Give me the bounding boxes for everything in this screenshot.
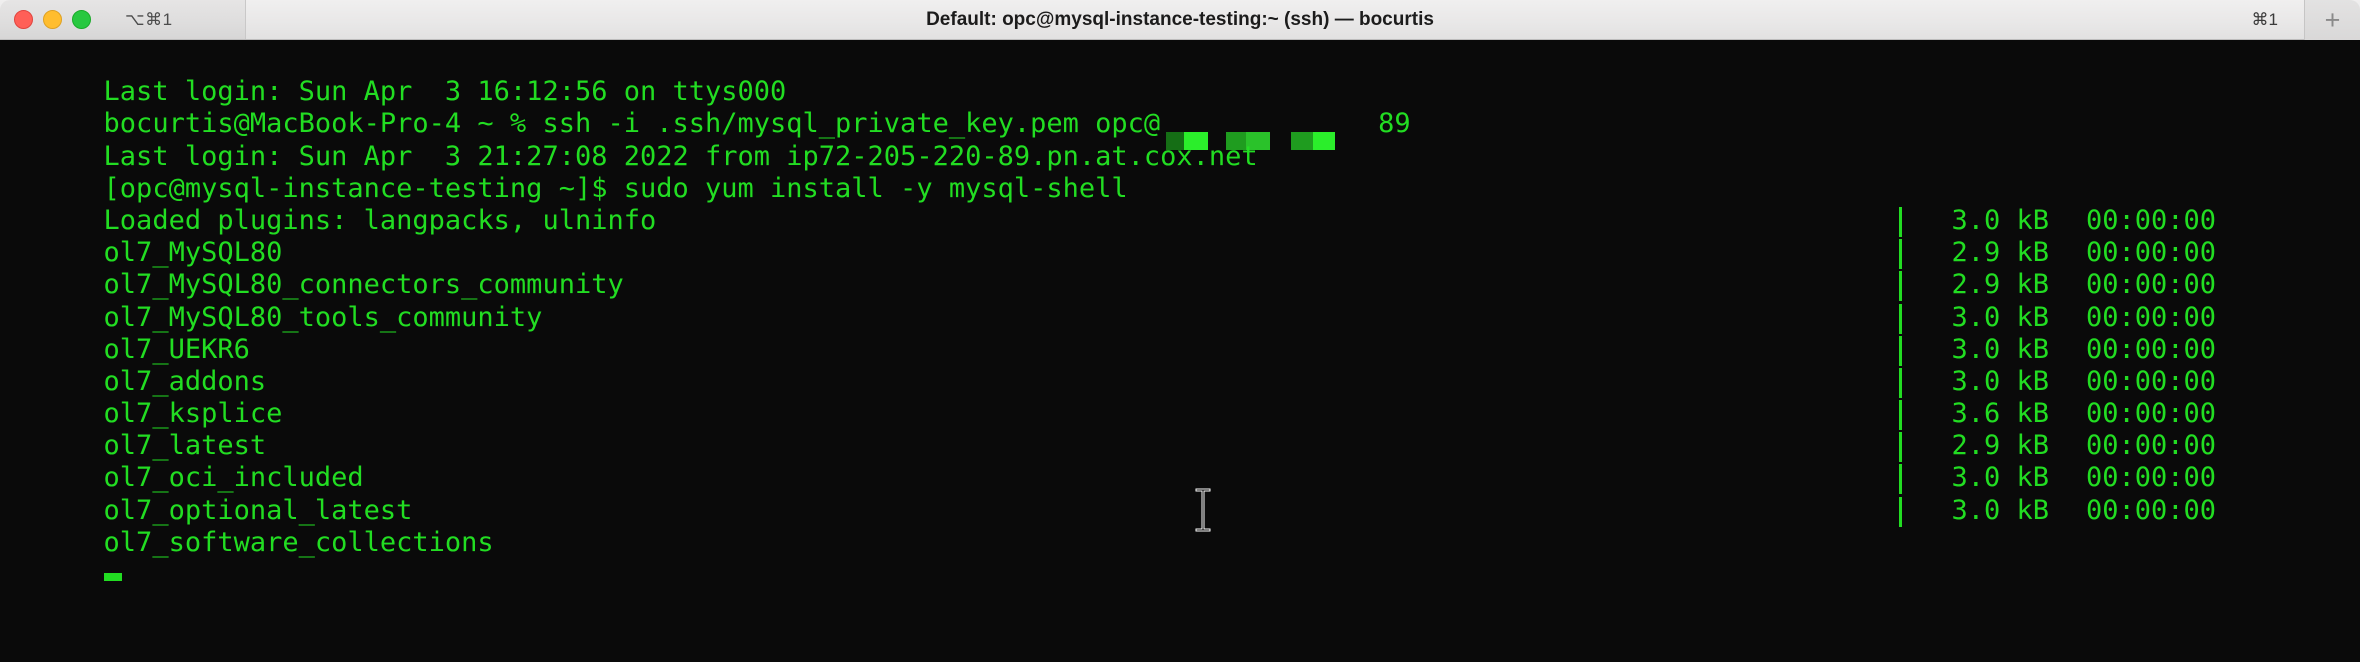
- repo-time: 00:00:00: [2086, 269, 2217, 301]
- column-separator: [1899, 303, 1902, 334]
- repo-size: 3.0 kB: [1951, 301, 2049, 333]
- title-bar: ⌥⌘1 Default: opc@mysql-instance-testing:…: [0, 0, 2360, 40]
- close-icon[interactable]: [14, 10, 33, 29]
- column-separator: [1899, 239, 1902, 270]
- repo-size: 3.0 kB: [1951, 204, 2049, 236]
- terminal-window: ⌥⌘1 Default: opc@mysql-instance-testing:…: [0, 0, 2360, 662]
- maximize-icon[interactable]: [72, 10, 91, 29]
- repo-size: 2.9 kB: [1951, 269, 2049, 301]
- repo-row: ol7_latest 3.6 kB 00:00:00: [6, 398, 2360, 461]
- title-bar-left-group: ⌥⌘1: [0, 0, 246, 39]
- repo-time: 00:00:00: [2086, 301, 2217, 333]
- repo-row: ol7_oci_included 2.9 kB 00:00:00: [6, 430, 2360, 493]
- repo-row: ol7_software_collections 3.0 kB 00:00:00: [6, 494, 2360, 558]
- repo-time: 00:00:00: [2086, 237, 2217, 269]
- new-tab-button[interactable]: +: [2304, 0, 2360, 40]
- repo-time: 00:00:00: [2086, 204, 2217, 236]
- terminal-line-last-login-remote: Last login: Sun Apr 3 21:27:08 2022 from…: [6, 108, 2360, 172]
- column-separator: [1899, 367, 1902, 398]
- terminal-line-loaded-plugins: Loaded plugins: langpacks, ulninfo: [6, 173, 2360, 236]
- plus-icon: +: [2324, 4, 2341, 35]
- block-cursor-icon: [103, 573, 122, 582]
- repo-size: 3.0 kB: [1951, 494, 2049, 526]
- repo-time: 00:00:00: [2086, 462, 2217, 494]
- repo-size: 3.0 kB: [1951, 462, 2049, 494]
- terminal-output-area[interactable]: Last login: Sun Apr 3 16:12:56 on ttys00…: [0, 40, 2360, 662]
- window-keyboard-shortcut: ⌘1: [2251, 10, 2278, 29]
- column-separator: [1899, 206, 1902, 237]
- column-separator: [1899, 271, 1902, 302]
- repo-row: ol7_MySQL80_connectors_community 2.9 kB …: [6, 237, 2360, 300]
- column-separator: [1899, 335, 1902, 366]
- column-separator: [1899, 400, 1902, 431]
- repo-row: ol7_ksplice 3.0 kB 00:00:00: [6, 365, 2360, 429]
- window-title: Default: opc@mysql-instance-testing:~ (s…: [926, 9, 1434, 30]
- terminal-line-last-login-local: Last login: Sun Apr 3 16:12:56 on ttys00…: [6, 44, 2360, 107]
- terminal-line-yum-install-command: [opc@mysql-instance-testing ~]$ sudo yum…: [6, 141, 2360, 204]
- column-separator: [1899, 464, 1902, 495]
- repo-time: 00:00:00: [2086, 398, 2217, 430]
- repo-row: ol7_UEKR6 3.0 kB 00:00:00: [6, 301, 2360, 365]
- tab-keyboard-shortcut[interactable]: ⌥⌘1: [125, 10, 173, 30]
- repo-size: 3.6 kB: [1951, 398, 2049, 430]
- minimize-icon[interactable]: [43, 10, 62, 29]
- repo-size: 3.0 kB: [1951, 333, 2049, 365]
- repo-size: 3.0 kB: [1951, 365, 2049, 397]
- repo-row: ol7_optional_latest 3.0 kB 00:00:00: [6, 462, 2360, 525]
- repo-time: 00:00:00: [2086, 494, 2217, 526]
- title-bar-right-group: ⌘1 +: [2252, 0, 2360, 40]
- repo-time: 00:00:00: [2086, 333, 2217, 365]
- repo-size: 2.9 kB: [1951, 430, 2049, 462]
- column-separator: [1899, 432, 1902, 463]
- column-separator: [1899, 496, 1902, 527]
- repo-row: ol7_addons 3.0 kB 00:00:00: [6, 333, 2360, 397]
- repo-time: 00:00:00: [2086, 430, 2217, 462]
- traffic-light-buttons: [14, 10, 91, 29]
- repo-row: ol7_MySQL80 3.0 kB 00:00:00: [6, 204, 2360, 268]
- repo-size: 2.9 kB: [1951, 237, 2049, 269]
- repo-time: 00:00:00: [2086, 365, 2217, 397]
- terminal-line-ssh-command: bocurtis@MacBook-Pro-4 ~ % ssh -i .ssh/m…: [6, 76, 2360, 151]
- repo-row: ol7_MySQL80_tools_community 2.9 kB 00:00…: [6, 269, 2360, 332]
- terminal-cursor-line: [6, 527, 2360, 582]
